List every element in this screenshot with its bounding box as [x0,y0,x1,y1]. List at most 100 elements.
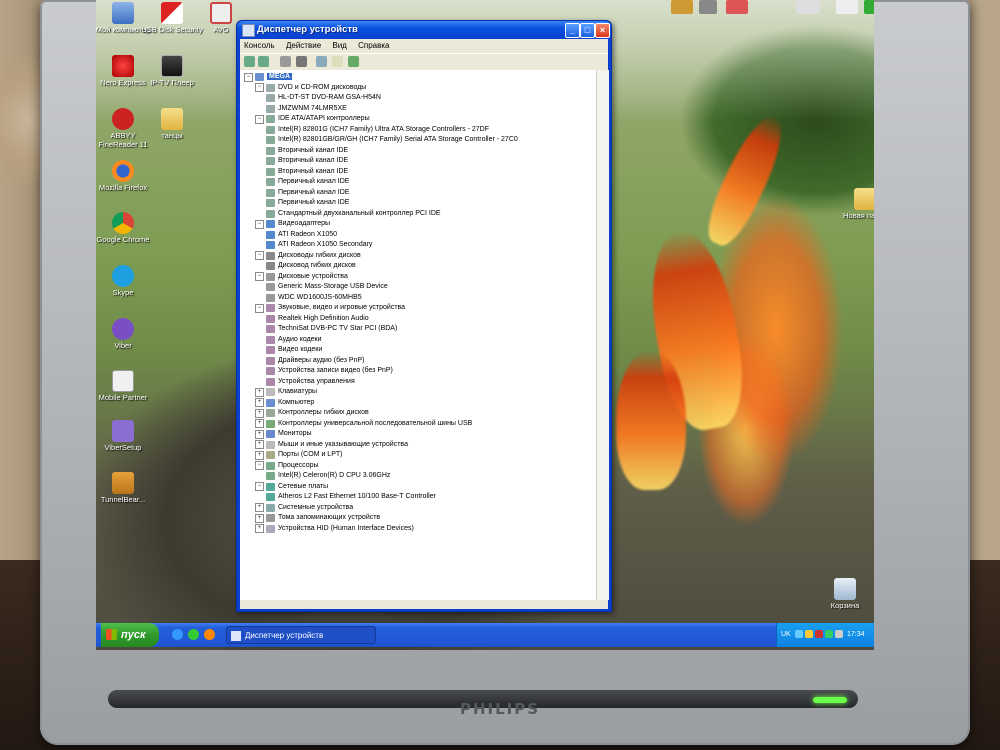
tree-category[interactable]: − Дисководы гибких дисков [255,251,361,261]
tree-device[interactable]: Первичный канал IDE [266,198,349,208]
tray-icon[interactable] [825,630,833,638]
tray-volume-icon[interactable] [835,630,843,638]
tree-category[interactable]: + Контроллеры универсальной последователь… [255,419,472,429]
tree-category[interactable]: + Мониторы [255,429,312,439]
tree-device[interactable]: Intel(R) 82801G (ICH7 Family) Ultra ATA … [266,125,489,135]
expander-toggle[interactable]: − [255,219,264,229]
tree-device[interactable]: Realtek High Definition Audio [266,314,369,324]
tree-category[interactable]: + Системные устройства [255,503,353,513]
device-manager-window[interactable]: Диспетчер устройств _ □ × Консоль Действ… [236,20,612,612]
menu-console[interactable]: Консоль [240,39,280,50]
tree-category[interactable]: + Контроллеры гибких дисков [255,408,369,418]
tree-category[interactable]: + Мыши и иные указывающие устройства [255,440,408,450]
desktop-icon-new-folder[interactable]: Новая папка [834,188,874,221]
tree-device[interactable]: ATI Radeon X1050 Secondary [266,240,372,250]
tree-device[interactable]: Вторичный канал IDE [266,167,348,177]
tree-device[interactable]: Первичный канал IDE [266,177,349,187]
tree-device[interactable]: Intel(R) Celeron(R) D CPU 3.06GHz [266,471,390,481]
expander-toggle[interactable]: + [255,450,264,460]
tree-category[interactable]: − DVD и CD-ROM дисководы [255,83,366,93]
tree-category[interactable]: + Тома запоминающих устройств [255,513,380,523]
tree-device[interactable]: Intel(R) 82801GB/GR/GH (ICH7 Family) Ser… [266,135,518,145]
expander-toggle[interactable]: − [255,83,264,92]
desktop-icon-iptv[interactable]: IP-TV Плеер [141,55,203,88]
expander-toggle[interactable]: + [255,419,264,428]
expander-toggle[interactable]: − [255,114,264,124]
desktop-icon-viber[interactable]: Viber [96,318,154,351]
desktop-icon-skype[interactable]: Skype [96,265,154,298]
tree-device[interactable]: Вторичный канал IDE [266,146,348,156]
expander-toggle[interactable]: + [255,513,264,523]
desktop-icon-recycle-bin[interactable]: Корзина [814,578,874,611]
quicklaunch-firefox-icon[interactable] [204,629,215,640]
tray-network-icon[interactable] [795,630,803,638]
tree-device[interactable]: JMZWNM 74LMR5XE [266,104,347,114]
tree-category[interactable]: − Видеоадаптеры [255,219,330,229]
desktop-icon-viber-setup[interactable]: ViberSetup [96,420,154,453]
menu-help[interactable]: Справка [354,39,394,50]
tree-device[interactable]: Первичный канал IDE [266,188,349,198]
print-icon[interactable] [296,56,307,67]
expander-toggle[interactable]: + [255,524,264,533]
tree-device[interactable]: Generic Mass-Storage USB Device [266,282,388,292]
desktop-icon-firefox[interactable]: Mozilla Firefox [96,160,154,193]
tree-device[interactable]: TechniSat DVB-PC TV Star PCI (BDA) [266,324,397,334]
tree-device[interactable]: WDC WD1600JS-60MHB5 [266,293,362,303]
scan-icon[interactable] [348,56,359,67]
back-icon[interactable] [244,56,255,67]
quicklaunch-icon[interactable] [188,629,199,640]
forward-icon[interactable] [258,56,269,67]
menu-view[interactable]: Вид [328,39,351,50]
tree-device[interactable]: Atheros L2 Fast Ethernet 10/100 Base-T C… [266,492,436,502]
tree-category[interactable]: + Порты (COM и LPT) [255,450,342,460]
expander-toggle[interactable]: + [255,398,264,407]
tree-category[interactable]: − Процессоры [255,461,319,471]
language-indicator[interactable]: UK [781,631,791,638]
desktop-icon-dance-folder[interactable]: танцы [141,108,203,141]
tree-category[interactable]: + Компьютер [255,398,314,408]
window-titlebar[interactable]: Диспетчер устройств _ □ × [237,21,611,39]
tree-device[interactable]: Стандартный двухканальный контроллер PCI… [266,209,441,219]
expander-toggle[interactable]: + [255,387,264,397]
tree-device[interactable]: Видео кодеки [266,345,322,355]
refresh-icon[interactable] [316,56,327,67]
tree-category[interactable]: + Устройства HID (Human Interface Devices… [255,524,414,534]
tray-antivirus-icon[interactable] [815,630,823,638]
tree-category[interactable]: − Сетевые платы [255,482,328,492]
desktop-icon-tunnelbear[interactable]: TunnelBear... [96,472,154,505]
taskbar-device-manager-button[interactable]: Диспетчер устройств [226,626,376,644]
expander-toggle[interactable]: − [244,72,253,82]
desktop-icon-chrome[interactable]: Google Chrome [96,212,154,245]
tree-device[interactable]: Дисковод гибких дисков [266,261,356,271]
tree-category[interactable]: − Звуковые, видео и игровые устройства [255,303,405,313]
expander-toggle[interactable]: + [255,429,264,439]
tray-icon[interactable] [805,630,813,638]
menu-action[interactable]: Действие [282,39,326,50]
expander-toggle[interactable]: − [255,303,264,313]
desktop-icon-mobile-partner[interactable]: Mobile Partner [96,370,154,403]
expander-toggle[interactable]: − [255,272,264,281]
tree-device[interactable]: Устройства управления [266,377,355,387]
tree-device[interactable]: Устройства записи видео (без PnP) [266,366,393,376]
help-icon[interactable] [332,56,343,67]
expander-toggle[interactable]: + [255,503,264,512]
close-button[interactable]: × [595,23,610,38]
quicklaunch-ie-icon[interactable] [172,629,183,640]
expander-toggle[interactable]: − [255,482,264,491]
expander-toggle[interactable]: + [255,440,264,449]
tree-root[interactable]: − MEGA [244,72,292,82]
properties-icon[interactable] [280,56,291,67]
tree-category[interactable]: − IDE ATA/ATAPI контроллеры [255,114,370,124]
tree-device[interactable]: HL-DT-ST DVD-RAM GSA-H54N [266,93,381,103]
device-tree[interactable]: − MEGA − DVD и CD-ROM дисководы HL-DT-ST DVD… [240,70,596,600]
expander-toggle[interactable]: − [255,251,264,260]
tree-category[interactable]: − Дисковые устройства [255,272,348,282]
expander-toggle[interactable]: + [255,408,264,418]
tree-device[interactable]: ATI Radeon X1050 [266,230,337,240]
tree-device[interactable]: Вторичный канал IDE [266,156,348,166]
tree-scrollbar[interactable] [596,70,609,600]
start-button[interactable]: пуск [101,623,159,647]
maximize-button[interactable]: □ [580,23,595,38]
minimize-button[interactable]: _ [565,23,580,38]
expander-toggle[interactable]: − [255,461,264,470]
